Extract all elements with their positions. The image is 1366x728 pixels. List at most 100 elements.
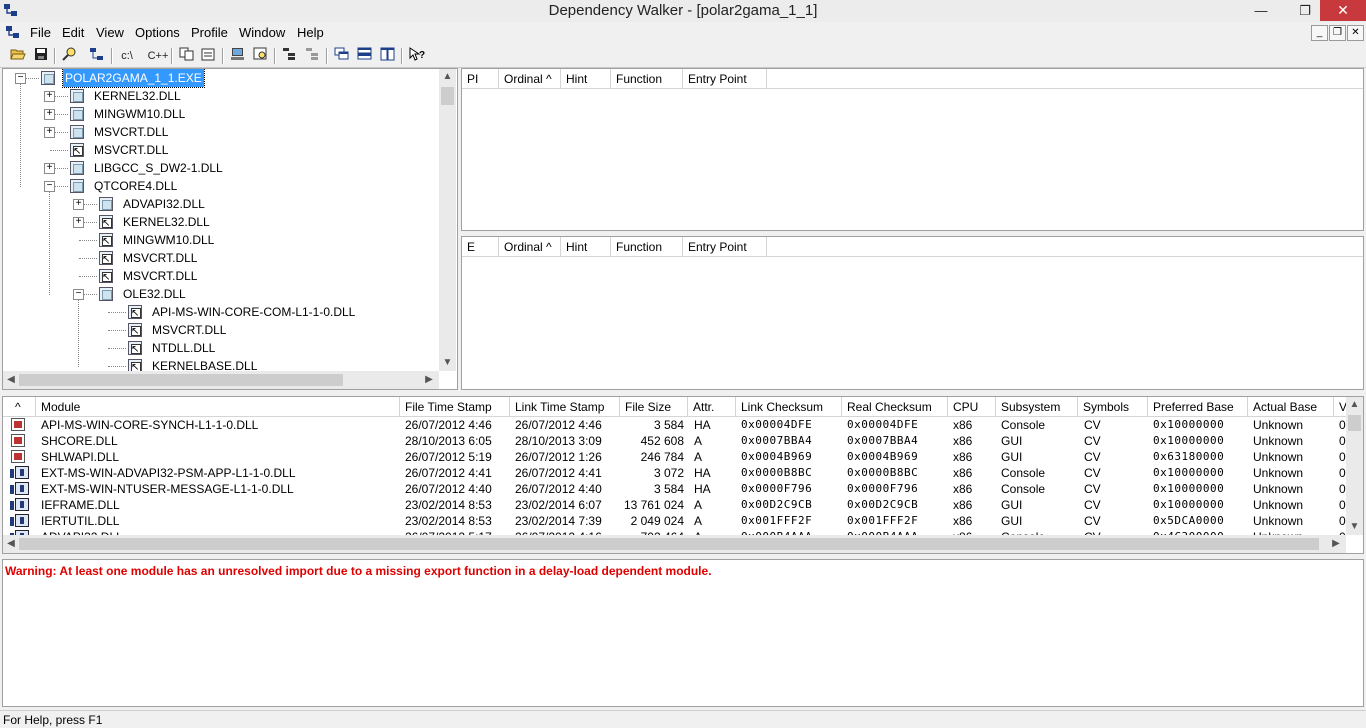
column-header-function[interactable]: Function [611,69,683,89]
parent-imports-list[interactable]: PI Ordinal ^ Hint Function Entry Point [461,68,1364,231]
find-icon[interactable] [61,47,79,65]
context-help-icon[interactable]: ? [408,47,426,65]
menu-options[interactable]: Options [135,25,180,40]
column-header-file-size[interactable]: File Size [620,397,688,417]
open-icon[interactable] [9,47,27,65]
module-row[interactable]: IEFRAME.DLL 23/02/2014 8:53 23/02/2014 6:0… [3,497,1346,513]
expand-icon[interactable]: + [44,127,55,138]
menu-file[interactable]: File [30,25,51,40]
column-header-link-time-stamp[interactable]: Link Time Stamp [510,397,620,417]
delay-load-module-icon [10,514,29,527]
scroll-left-arrow-icon[interactable]: ◀ [5,538,17,549]
module-cell-file-ts: 23/02/2014 8:53 [405,514,492,528]
scroll-thumb[interactable] [1348,415,1361,431]
mdi-close-button[interactable]: ✕ [1347,25,1364,41]
undecorate-cpp-icon[interactable]: C++ [147,47,169,65]
collapse-icon[interactable] [304,47,322,65]
close-button[interactable]: ✕ [1320,0,1366,21]
scroll-right-arrow-icon[interactable]: ▶ [423,374,435,385]
module-row[interactable]: API-MS-WIN-CORE-SYNCH-L1-1-0.DLL 26/07/20… [3,417,1346,433]
column-header-actual-base[interactable]: Actual Base [1248,397,1334,417]
column-header-cpu[interactable]: CPU [948,397,996,417]
tree-vertical-scrollbar[interactable]: ▲ ▼ [439,69,456,371]
column-header-hint[interactable]: Hint [561,237,611,257]
column-header-file-time-stamp[interactable]: File Time Stamp [400,397,510,417]
cascade-icon[interactable] [333,47,351,65]
document-icon[interactable] [6,26,20,40]
tree-horizontal-scrollbar[interactable]: ◀ ▶ [3,371,439,389]
expand-icon[interactable]: + [44,109,55,120]
module-row[interactable]: IERTUTIL.DLL 23/02/2014 8:53 23/02/2014 7:… [3,513,1346,529]
expand-icon[interactable]: + [73,199,84,210]
column-header-real-checksum[interactable]: Real Checksum [842,397,948,417]
column-header-function[interactable]: Function [611,237,683,257]
properties-icon[interactable] [200,47,218,65]
minimize-button[interactable]: — [1244,0,1278,21]
column-header-ordinal[interactable]: Ordinal ^ [499,69,561,89]
tile-horizontal-icon[interactable] [356,47,374,65]
column-header-pi[interactable]: PI [462,69,499,89]
module-vertical-scrollbar[interactable]: ▲ ▼ [1346,397,1363,535]
column-header-entry-point[interactable]: Entry Point [683,69,767,89]
column-header-entry-point[interactable]: Entry Point [683,237,767,257]
module-cell-attr: A [694,498,703,512]
profile-icon[interactable] [88,47,106,65]
module-row[interactable]: SHCORE.DLL 28/10/2013 6:05 28/10/2013 3:09… [3,433,1346,449]
auto-expand-icon[interactable] [281,47,299,65]
copy-icon[interactable] [178,47,196,65]
column-header-hint[interactable]: Hint [561,69,611,89]
module-horizontal-scrollbar[interactable]: ◀ ▶ [3,535,1346,553]
mdi-restore-button[interactable]: ❐ [1329,25,1346,41]
expand-icon[interactable]: + [73,217,84,228]
forwarded-module-icon [99,251,113,269]
delay-load-module-icon [10,498,29,511]
maximize-button[interactable]: ❐ [1288,0,1322,21]
menu-profile[interactable]: Profile [191,25,228,40]
scroll-right-arrow-icon[interactable]: ▶ [1330,538,1342,549]
full-paths-icon[interactable]: c:\ [118,47,136,65]
view-module-icon[interactable] [252,47,270,65]
scroll-up-arrow-icon[interactable]: ▲ [439,71,456,82]
save-icon[interactable] [32,47,50,65]
tree-node-label: LIBGCC_S_DW2-1.DLL [94,161,223,175]
column-header-sort[interactable]: ^ [3,397,36,417]
title-bar: Dependency Walker - [polar2gama_1_1] — ❐… [0,0,1366,22]
mdi-minimize-button[interactable]: _ [1311,25,1328,41]
menu-edit[interactable]: Edit [62,25,84,40]
module-dependency-tree[interactable]: − POLAR2GAMA_1_1.EXE + KERNEL32.DLL + MINGWM1… [2,68,458,390]
exports-list[interactable]: E Ordinal ^ Hint Function Entry Point [461,236,1364,390]
column-header-link-checksum[interactable]: Link Checksum [736,397,842,417]
module-cell-link-ts: 28/10/2013 3:09 [515,434,602,448]
module-cell-link-ts: 26/07/2012 1:26 [515,450,602,464]
module-cell-link-ck: 0x00D2C9CB [741,498,813,511]
scroll-thumb[interactable] [19,374,343,386]
tile-vertical-icon[interactable] [379,47,397,65]
column-header-preferred-base[interactable]: Preferred Base [1148,397,1248,417]
column-header-subsystem[interactable]: Subsystem [996,397,1078,417]
log-view[interactable]: Warning: At least one module has an unre… [2,559,1364,707]
module-row[interactable]: EXT-MS-WIN-NTUSER-MESSAGE-L1-1-0.DLL 26/0… [3,481,1346,497]
scroll-thumb[interactable] [19,538,1319,550]
scroll-left-arrow-icon[interactable]: ◀ [5,374,17,385]
module-cell-link-ck: 0x0007BBA4 [741,434,813,447]
module-row[interactable]: EXT-MS-WIN-ADVAPI32-PSM-APP-L1-1-0.DLL 26… [3,465,1346,481]
column-header-module[interactable]: Module [36,397,400,417]
column-header-ordinal[interactable]: Ordinal ^ [499,237,561,257]
module-list[interactable]: ^ Module File Time Stamp Link Time Stamp… [2,396,1364,554]
scroll-up-arrow-icon[interactable]: ▲ [1346,399,1363,410]
module-row[interactable]: SHLWAPI.DLL 26/07/2012 5:19 26/07/2012 1:2… [3,449,1346,465]
module-cell-actual-base: Unknown [1253,450,1304,464]
scroll-down-arrow-icon[interactable]: ▼ [439,357,456,368]
menu-window[interactable]: Window [239,25,285,40]
scroll-thumb[interactable] [441,87,454,105]
scroll-down-arrow-icon[interactable]: ▼ [1346,521,1363,532]
column-header-e[interactable]: E [462,237,499,257]
expand-icon[interactable]: + [44,91,55,102]
tree-node-label: NTDLL.DLL [152,341,216,355]
menu-view[interactable]: View [96,25,124,40]
menu-help[interactable]: Help [297,25,324,40]
column-header-attr[interactable]: Attr. [688,397,736,417]
expand-icon[interactable]: + [44,163,55,174]
system-info-icon[interactable] [229,47,247,65]
column-header-symbols[interactable]: Symbols [1078,397,1148,417]
